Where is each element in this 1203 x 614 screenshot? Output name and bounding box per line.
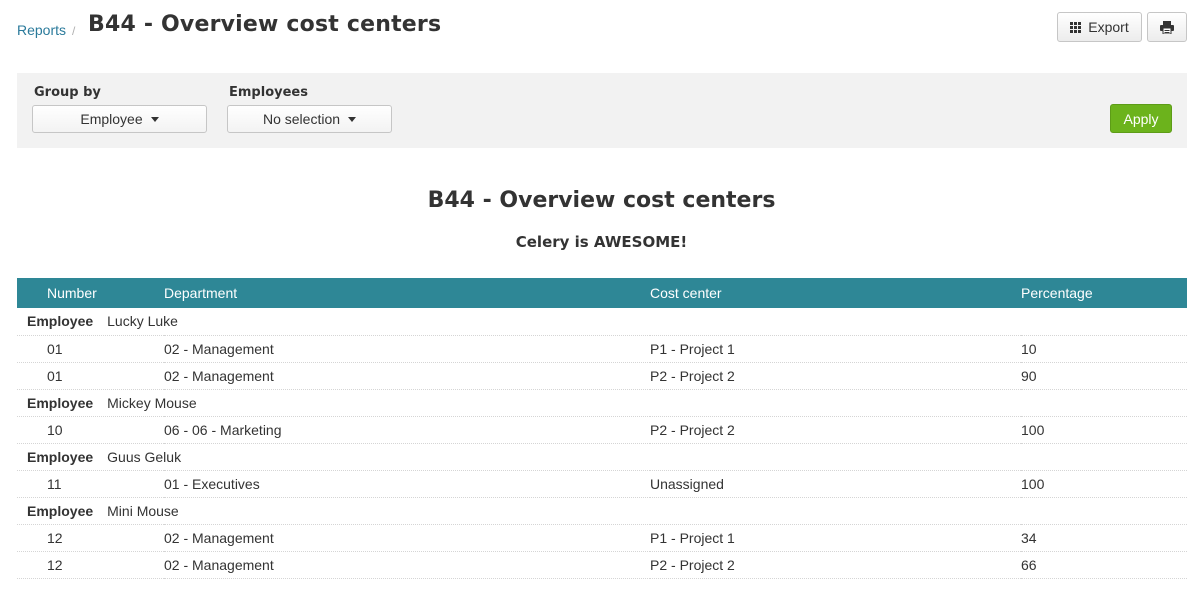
table-row: 11 01 - Executives Unassigned 100 [17, 470, 1187, 498]
column-header-percentage: Percentage [1021, 278, 1187, 308]
cell-number: 12 [17, 551, 164, 579]
employees-dropdown[interactable]: No selection [227, 105, 392, 133]
cell-number: 01 [17, 362, 164, 390]
cell-percentage: 90 [1021, 362, 1187, 390]
cell-percentage: 10 [1021, 335, 1187, 363]
breadcrumb: Reports / [17, 22, 81, 38]
group-by-dropdown[interactable]: Employee [32, 105, 207, 133]
table-row: 10 06 - 06 - Marketing P2 - Project 2 10… [17, 416, 1187, 444]
table-header-row: Number Department Cost center Percentage [17, 278, 1187, 308]
chevron-down-icon [348, 116, 357, 122]
cell-department: 02 - Management [164, 362, 650, 390]
breadcrumb-link-reports[interactable]: Reports [17, 22, 66, 38]
group-row: Employee Mickey Mouse [17, 389, 1187, 417]
cell-cost-center: P1 - Project 1 [650, 524, 1021, 552]
cell-department: 02 - Management [164, 524, 650, 552]
cell-number: 11 [17, 470, 164, 498]
group-key: Employee [27, 394, 94, 411]
cell-cost-center: P2 - Project 2 [650, 416, 1021, 444]
group-by-value: Employee [80, 111, 143, 127]
group-key: Employee [27, 502, 94, 519]
cell-cost-center: Unassigned [650, 470, 1021, 498]
cell-number: 12 [17, 524, 164, 552]
print-icon [1160, 20, 1174, 34]
group-name: Mickey Mouse [107, 394, 197, 411]
report-title: B44 - Overview cost centers [427, 188, 776, 213]
table-row: 12 02 - Management P1 - Project 1 34 [17, 524, 1187, 552]
apply-button[interactable]: Apply [1110, 104, 1172, 133]
column-header-cost-center: Cost center [650, 278, 1021, 308]
group-name: Mini Mouse [107, 502, 179, 519]
cell-department: 02 - Management [164, 551, 650, 579]
breadcrumb-separator: / [72, 24, 76, 38]
chevron-down-icon [150, 116, 159, 122]
cell-cost-center: P1 - Project 1 [650, 335, 1021, 363]
cell-percentage: 34 [1021, 524, 1187, 552]
cell-percentage: 100 [1021, 416, 1187, 444]
cell-cost-center: P2 - Project 2 [650, 362, 1021, 390]
cell-number: 10 [17, 416, 164, 444]
report-subtitle: Celery is AWESOME! [515, 233, 688, 251]
group-row: Employee Lucky Luke [17, 308, 1187, 336]
page-title: B44 - Overview cost centers [88, 12, 442, 37]
page-header: Reports / B44 - Overview cost centers Exp… [17, 12, 1187, 48]
filter-panel: Group by Employee Employees No selection… [17, 73, 1187, 148]
column-header-number: Number [17, 278, 164, 308]
cell-department: 06 - 06 - Marketing [164, 416, 650, 444]
column-header-department: Department [164, 278, 650, 308]
group-key: Employee [27, 448, 94, 465]
table-row: 01 02 - Management P2 - Project 2 90 [17, 362, 1187, 390]
group-row: Employee Mini Mouse [17, 497, 1187, 525]
export-label: Export [1088, 19, 1129, 35]
table-row: 12 02 - Management P2 - Project 2 66 [17, 551, 1187, 579]
cell-department: 01 - Executives [164, 470, 650, 498]
grid-icon [1070, 21, 1082, 33]
export-button[interactable]: Export [1057, 12, 1142, 42]
report-table: Number Department Cost center Percentage… [17, 278, 1187, 579]
group-key: Employee [27, 313, 94, 330]
employees-label: Employees [229, 85, 308, 100]
group-row: Employee Guus Geluk [17, 443, 1187, 471]
cell-number: 01 [17, 335, 164, 363]
cell-cost-center: P2 - Project 2 [650, 551, 1021, 579]
group-name: Lucky Luke [107, 313, 178, 330]
cell-percentage: 66 [1021, 551, 1187, 579]
table-row: 01 02 - Management P1 - Project 1 10 [17, 335, 1187, 363]
cell-percentage: 100 [1021, 470, 1187, 498]
group-name: Guus Geluk [107, 448, 182, 465]
group-by-label: Group by [34, 85, 101, 100]
cell-department: 02 - Management [164, 335, 650, 363]
employees-value: No selection [262, 111, 341, 127]
print-button[interactable] [1147, 12, 1187, 42]
